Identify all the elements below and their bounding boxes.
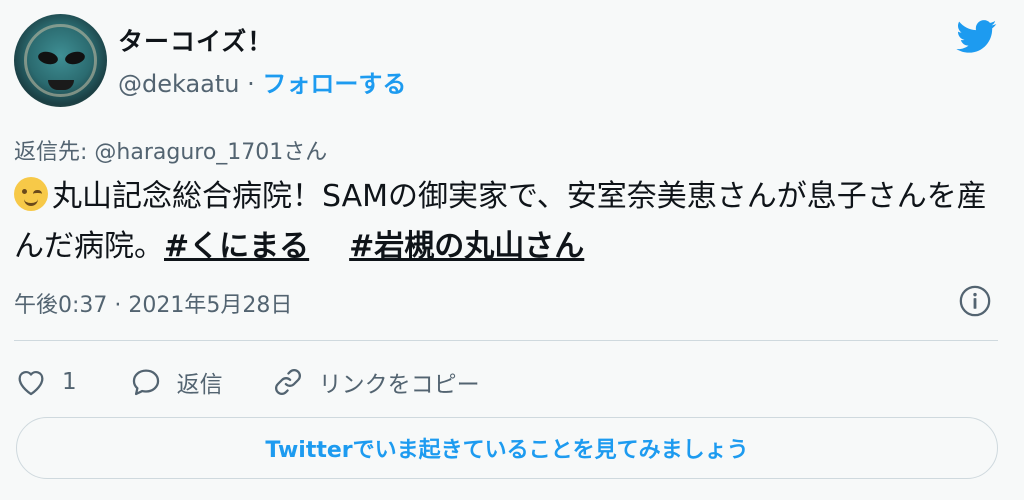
heart-icon — [18, 371, 44, 396]
hashtag-link-2[interactable]: #岩槻の丸山さん — [349, 229, 584, 264]
divider — [14, 340, 998, 341]
explore-twitter-button[interactable]: Twitterでいま起きていることを見てみましょう — [16, 417, 998, 479]
winking-face-emoji-icon — [14, 177, 48, 211]
reply-button[interactable]: 返信 — [129, 365, 223, 399]
follow-button[interactable]: フォローする — [262, 70, 406, 98]
hashtag-link-1[interactable]: #くにまる — [164, 229, 309, 264]
reply-label: 返信 — [176, 372, 223, 398]
author-display-name[interactable]: ターコイズ！ — [118, 22, 273, 58]
author-handle-row: @dekaatu · フォローする — [118, 64, 406, 99]
author-handle[interactable]: @dekaatu — [118, 70, 240, 98]
tweet-actions: 1 返信 リンクをコピー — [14, 362, 480, 402]
author-avatar[interactable] — [14, 14, 107, 107]
reply-bubble-icon — [132, 369, 159, 396]
link-icon — [274, 369, 301, 395]
copy-link-button[interactable]: リンクをコピー — [271, 365, 480, 399]
copy-link-label: リンクをコピー — [318, 372, 480, 398]
like-button[interactable]: 1 — [14, 365, 77, 399]
tweet-body: 丸山記念総合病院！SAMの御実家で、安室奈美恵さんが息子さんを産んだ病院。#くに… — [14, 172, 1004, 272]
like-count: 1 — [62, 369, 77, 395]
handle-separator: · — [239, 70, 263, 98]
tweet-timestamp[interactable]: 午後0:37 · 2021年5月28日 — [14, 287, 292, 319]
info-icon[interactable] — [958, 284, 992, 318]
twitter-bird-icon[interactable] — [954, 16, 1000, 56]
reply-to-line: 返信先: @haraguro_1701さん — [14, 140, 328, 165]
